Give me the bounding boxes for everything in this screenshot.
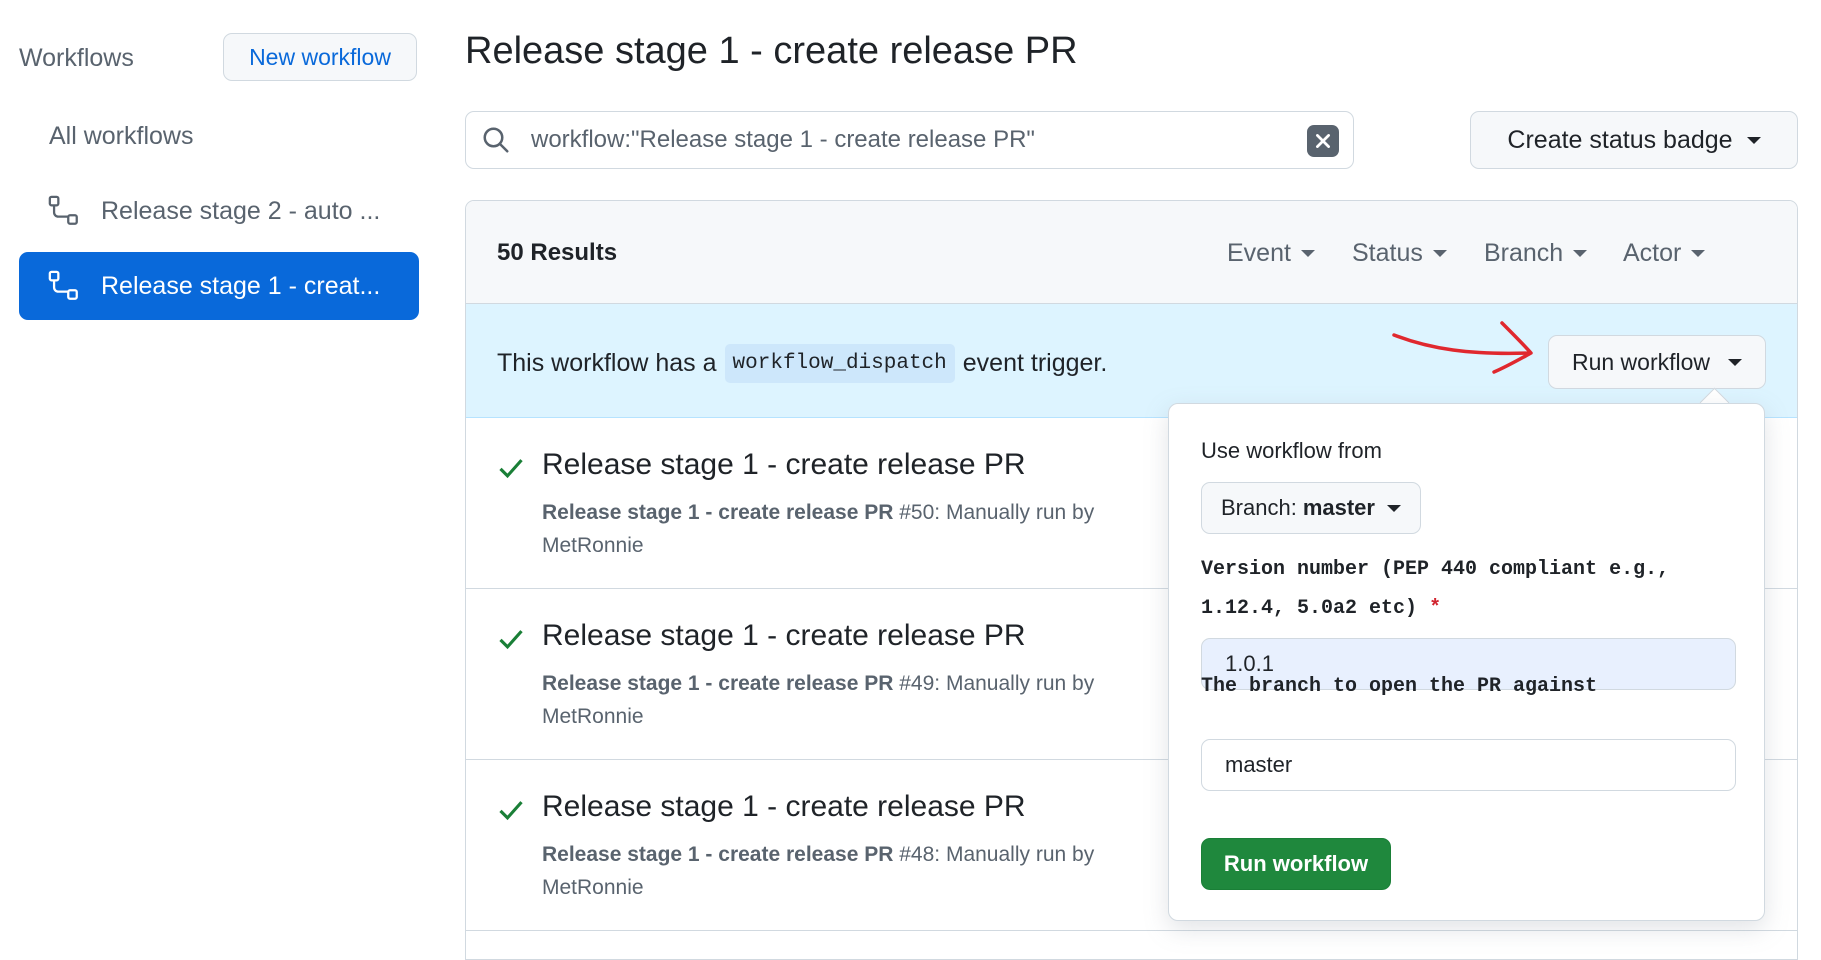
required-mark: *	[1429, 597, 1442, 620]
results-count: 50 Results	[497, 239, 618, 266]
filter-label: Actor	[1623, 239, 1682, 267]
create-status-badge-button[interactable]: Create status badge	[1470, 111, 1798, 169]
new-workflow-button[interactable]: New workflow	[223, 33, 417, 81]
filter-label: Event	[1227, 239, 1291, 267]
annotation-arrow-icon	[1392, 321, 1533, 374]
runs-header: 50 Results Event Status Branch Actor	[466, 201, 1797, 304]
sidebar-item-label: Release stage 2 - auto ...	[101, 196, 381, 225]
run-title[interactable]: Release stage 1 - create release PR	[542, 448, 1026, 482]
clear-search-icon[interactable]	[1307, 125, 1339, 157]
filter-label: Branch	[1484, 239, 1564, 267]
filter-event[interactable]: Event	[1227, 239, 1315, 268]
sidebar-item-release-stage-2[interactable]: Release stage 2 - auto ...	[19, 177, 419, 245]
chevron-down-icon	[1432, 250, 1447, 257]
run-workflow-name: Release stage 1 - create release PR	[542, 843, 894, 866]
search-icon	[483, 127, 509, 153]
run-workflow-popover: Use workflow from Branch: master Version…	[1168, 403, 1765, 921]
sidebar-item-release-stage-1[interactable]: Release stage 1 - creat...	[19, 252, 419, 320]
run-number: #48: Manually run by	[893, 843, 1095, 866]
run-actor: MetRonnie	[542, 705, 644, 728]
run-title[interactable]: Release stage 1 - create release PR	[542, 790, 1026, 824]
chevron-down-icon	[1728, 358, 1743, 366]
run-workflow-label: Run workflow	[1571, 348, 1711, 375]
chevron-down-icon	[1300, 250, 1315, 257]
chevron-down-icon	[1746, 136, 1761, 144]
version-label-line2: 1.12.4, 5.0a2 etc)	[1201, 597, 1418, 620]
filter-label: Status	[1352, 239, 1423, 267]
dispatch-banner: This workflow has a workflow_dispatch ev…	[466, 304, 1797, 418]
branch-prefix: Branch:	[1221, 495, 1297, 520]
dispatch-code: workflow_dispatch	[724, 344, 955, 383]
run-workflow-dropdown-button[interactable]: Run workflow	[1548, 335, 1766, 389]
run-number: #50: Manually run by	[893, 501, 1095, 524]
run-actor: MetRonnie	[542, 876, 644, 899]
chevron-down-icon	[1573, 250, 1588, 257]
sidebar-item-all-workflows[interactable]: All workflows	[19, 102, 419, 170]
chevron-down-icon	[1386, 504, 1401, 512]
check-icon	[499, 801, 523, 821]
sidebar-item-label: Release stage 1 - creat...	[101, 271, 381, 300]
dispatch-suffix: event trigger.	[962, 349, 1108, 377]
run-meta: Release stage 1 - create release PR #50:…	[542, 496, 1142, 562]
workflow-icon	[48, 270, 78, 300]
run-workflow-submit-button[interactable]: Run workflow	[1201, 838, 1391, 890]
version-label-line1: Version number (PEP 440 compliant e.g.,	[1201, 558, 1670, 581]
branch-value: master	[1302, 495, 1375, 520]
chevron-down-icon	[1691, 250, 1706, 257]
sidebar-item-label: All workflows	[49, 121, 194, 150]
run-meta: Release stage 1 - create release PR #49:…	[542, 667, 1142, 733]
branch-select-button[interactable]: Branch: master	[1201, 482, 1421, 534]
use-workflow-from-label: Use workflow from	[1201, 438, 1382, 463]
check-icon	[499, 459, 523, 479]
version-number-label: Version number (PEP 440 compliant e.g., …	[1201, 550, 1741, 628]
search-input[interactable]: workflow:"Release stage 1 - create relea…	[465, 111, 1354, 169]
filter-branch[interactable]: Branch	[1484, 239, 1588, 268]
target-branch-label: The branch to open the PR against	[1201, 675, 1598, 698]
run-meta: Release stage 1 - create release PR #48:…	[542, 838, 1142, 904]
run-title[interactable]: Release stage 1 - create release PR	[542, 619, 1026, 653]
run-workflow-name: Release stage 1 - create release PR	[542, 672, 894, 695]
workflow-icon	[48, 195, 78, 225]
dispatch-message: This workflow has a workflow_dispatch ev…	[497, 344, 1107, 383]
page-title: Release stage 1 - create release PR	[465, 30, 1078, 72]
check-icon	[499, 630, 523, 650]
sidebar-title: Workflows	[19, 44, 134, 72]
run-actor: MetRonnie	[542, 534, 644, 557]
target-branch-field[interactable]: master	[1201, 739, 1736, 791]
search-query: workflow:"Release stage 1 - create relea…	[531, 126, 1035, 153]
create-status-badge-label: Create status badge	[1507, 125, 1733, 154]
run-workflow-name: Release stage 1 - create release PR	[542, 501, 894, 524]
filter-status[interactable]: Status	[1352, 239, 1447, 268]
target-branch-value: master	[1225, 752, 1293, 777]
run-number: #49: Manually run by	[893, 672, 1095, 695]
target-branch-label-text: The branch to open the PR against	[1201, 667, 1741, 706]
dispatch-prefix: This workflow has a	[497, 349, 717, 377]
filter-actor[interactable]: Actor	[1623, 239, 1706, 268]
